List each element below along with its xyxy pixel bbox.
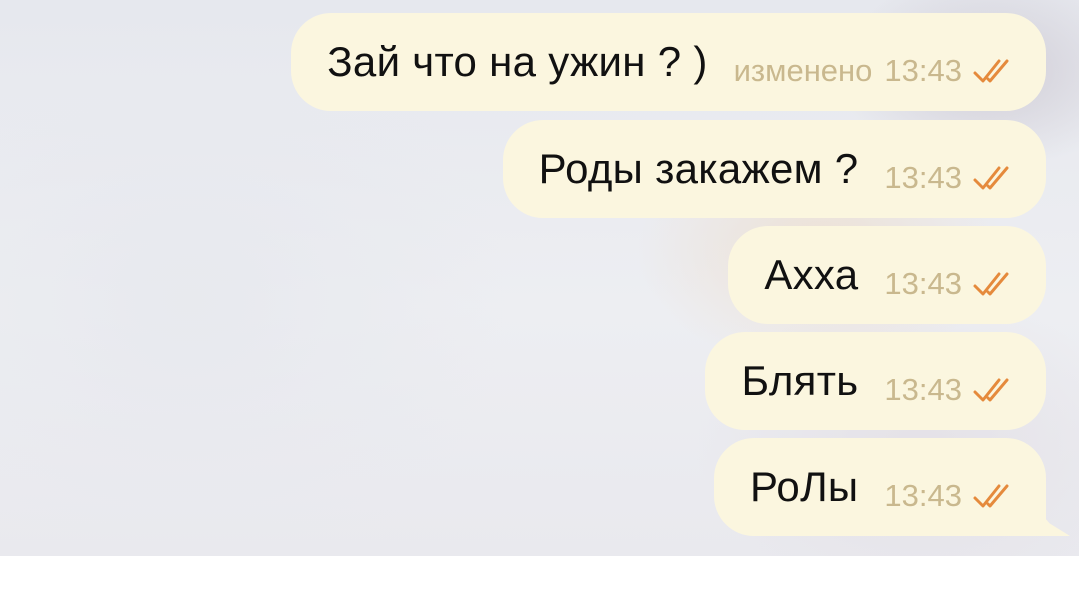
bottom-bar — [0, 556, 1079, 589]
message-text: Роды закажем ? — [538, 145, 859, 192]
message-time: 13:43 — [884, 160, 962, 195]
message-text: Блять — [741, 357, 859, 404]
double-check-icon — [973, 378, 1009, 402]
message-text: Ахха — [764, 251, 859, 298]
double-check-icon — [973, 484, 1009, 508]
double-check-icon — [973, 272, 1009, 296]
message-meta: 13:43 — [884, 478, 1012, 514]
message-bubble[interactable]: РоЛы 13:43 — [713, 438, 1046, 536]
message-bubble[interactable]: Роды закажем ? 13:43 — [502, 120, 1046, 218]
message-time: 13:43 — [884, 53, 962, 88]
message-time: 13:43 — [884, 372, 962, 407]
message-meta: 13:43 — [884, 160, 1012, 196]
message-meta: 13:43 — [884, 266, 1012, 302]
message-meta: изменено 13:43 — [734, 53, 1012, 89]
message-time: 13:43 — [884, 478, 962, 513]
message-time: 13:43 — [884, 266, 962, 301]
message-text: РоЛы — [749, 463, 859, 510]
message-text: Зай что на ужин ? ) — [327, 38, 708, 85]
message-bubble[interactable]: Ахха 13:43 — [728, 226, 1046, 324]
message-bubble[interactable]: Блять 13:43 — [705, 332, 1046, 430]
message-meta: 13:43 — [884, 372, 1012, 408]
chat-area[interactable]: Зай что на ужин ? ) изменено 13:43 Роды … — [0, 0, 1079, 556]
message-bubble[interactable]: Зай что на ужин ? ) изменено 13:43 — [291, 13, 1046, 111]
double-check-icon — [973, 59, 1009, 83]
double-check-icon — [973, 166, 1009, 190]
edited-label: изменено — [733, 53, 873, 88]
